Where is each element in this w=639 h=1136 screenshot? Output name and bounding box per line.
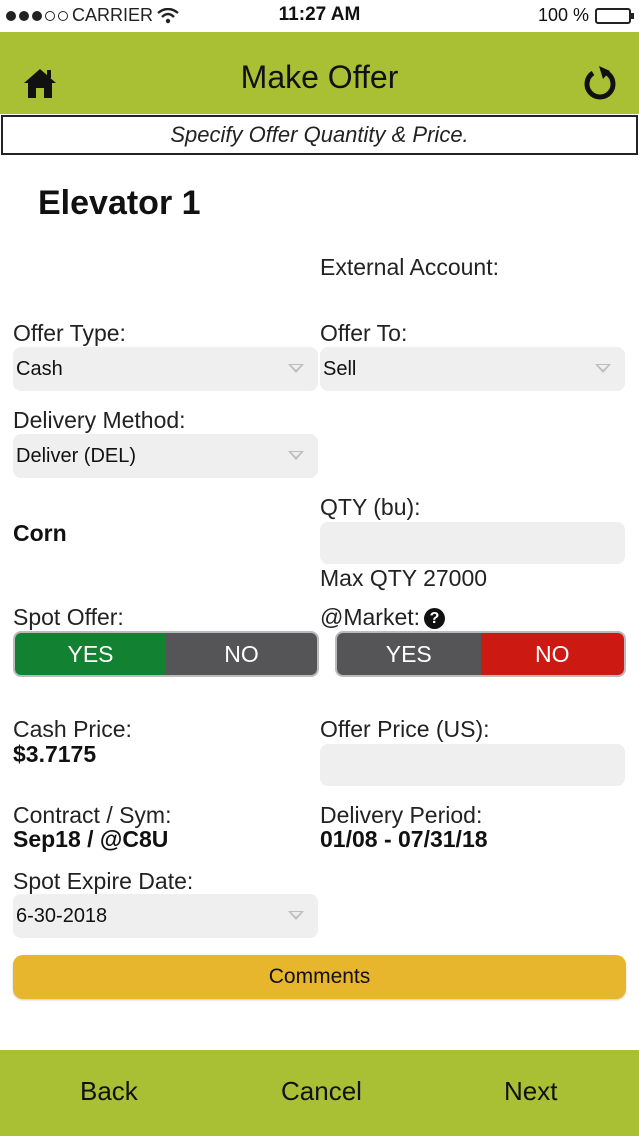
at-market-label-text: @Market: (320, 604, 421, 630)
contract-value: Sep18 / @C8U (13, 826, 169, 852)
app-header: Make Offer (0, 32, 639, 114)
instruction-banner: Specify Offer Quantity & Price. (1, 115, 638, 155)
at-market-yes-button[interactable]: YES (337, 633, 481, 675)
qty-input[interactable] (320, 522, 625, 564)
offer-type-select[interactable]: Cash (13, 347, 318, 391)
delivery-period-value: 01/08 - 07/31/18 (320, 826, 488, 852)
status-right: 100 % (537, 5, 634, 26)
offer-type-label: Offer Type: (13, 320, 126, 346)
spot-offer-no-button[interactable]: NO (166, 633, 317, 675)
spot-offer-toggle: YES NO (13, 631, 319, 677)
status-bar: CARRIER 11:27 AM 100 % (0, 0, 639, 32)
refresh-icon (584, 66, 616, 100)
refresh-button[interactable] (581, 64, 619, 102)
battery-percent: 100 % (537, 5, 589, 25)
external-account-label: External Account: (320, 254, 499, 280)
contract-label: Contract / Sym: (13, 802, 172, 828)
spot-expire-select[interactable]: 6-30-2018 (13, 894, 318, 938)
delivery-period-label: Delivery Period: (320, 802, 483, 828)
cash-price-value: $3.7175 (13, 741, 97, 767)
page-title: Elevator 1 (38, 184, 201, 222)
next-button[interactable]: Next (504, 1076, 557, 1107)
offer-to-label: Offer To: (320, 320, 408, 346)
offer-price-label: Offer Price (US): (320, 716, 490, 742)
offer-to-select[interactable]: Sell (320, 347, 625, 391)
chevron-down-icon (288, 911, 304, 920)
spot-offer-label: Spot Offer: (13, 604, 124, 630)
page-header-title: Make Offer (240, 59, 399, 95)
delivery-method-label: Delivery Method: (13, 407, 186, 433)
back-button[interactable]: Back (80, 1076, 138, 1107)
comments-button[interactable]: Comments (13, 955, 626, 999)
spot-expire-value: 6-30-2018 (16, 905, 108, 927)
qty-label: QTY (bu): (320, 494, 421, 520)
chevron-down-icon (288, 451, 304, 460)
chevron-down-icon (595, 364, 611, 373)
max-qty-text: Max QTY 27000 (320, 565, 488, 591)
commodity-name: Corn (13, 520, 67, 546)
delivery-method-select[interactable]: Deliver (DEL) (13, 434, 318, 478)
offer-type-value: Cash (16, 358, 63, 380)
offer-price-input[interactable] (320, 744, 625, 786)
offer-to-value: Sell (323, 358, 357, 380)
at-market-no-button[interactable]: NO (480, 633, 624, 675)
cancel-button[interactable]: Cancel (281, 1076, 362, 1107)
battery-icon (595, 7, 634, 24)
footer-bar: Back Cancel Next (0, 1050, 639, 1136)
spot-expire-label: Spot Expire Date: (13, 868, 194, 894)
at-market-label: @Market:? (320, 604, 446, 631)
at-market-toggle: YES NO (335, 631, 626, 677)
spot-offer-yes-button[interactable]: YES (15, 633, 166, 675)
delivery-method-value: Deliver (DEL) (16, 445, 137, 467)
help-icon[interactable]: ? (424, 608, 446, 629)
chevron-down-icon (288, 364, 304, 373)
cash-price-label: Cash Price: (13, 716, 132, 742)
